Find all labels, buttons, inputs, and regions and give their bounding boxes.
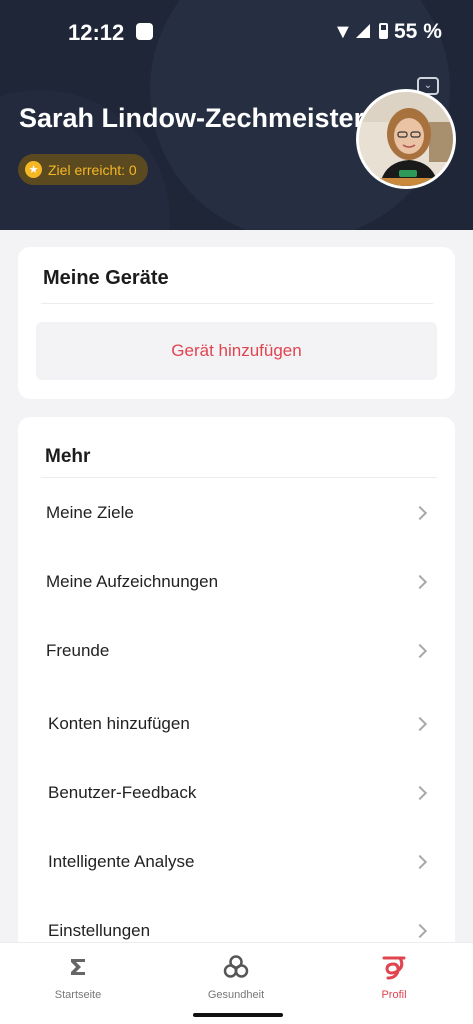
more-card-title: Mehr — [45, 446, 91, 467]
nav-label: Gesundheit — [207, 989, 265, 1001]
avatar[interactable] — [356, 89, 456, 189]
chevron-right-icon — [412, 643, 428, 658]
goal-badge[interactable]: ★ Ziel erreicht: 0 — [18, 154, 148, 185]
menu-item-label: Intelligente Analyse — [48, 851, 195, 871]
status-bar: 12:12 ▼ 55 % — [0, 0, 473, 64]
menu-item-my-records[interactable]: Meine Aufzeichnungen — [18, 547, 455, 616]
menu-item-my-goals[interactable]: Meine Ziele — [18, 478, 455, 547]
menu-item-add-accounts[interactable]: Konten hinzufügen — [18, 689, 455, 758]
wifi-icon: ▼ — [333, 21, 353, 43]
devices-card: Meine Geräte Gerät hinzufügen — [18, 247, 455, 399]
chevron-right-icon — [412, 505, 428, 520]
home-indicator[interactable] — [193, 1013, 283, 1017]
chevron-right-icon — [412, 785, 428, 800]
profile-name: Sarah Lindow-Zechmeister — [19, 103, 365, 133]
goal-badge-label: Ziel erreicht: 0 — [48, 161, 137, 178]
nav-item-health[interactable]: Gesundheit — [176, 951, 296, 1001]
battery-percentage: 55 % — [394, 20, 442, 43]
signal-icon — [356, 24, 370, 38]
menu-item-smart-analysis[interactable]: Intelligente Analyse — [18, 827, 455, 896]
notification-icon — [136, 23, 153, 40]
add-device-button[interactable]: Gerät hinzufügen — [36, 322, 437, 380]
profile-icon — [380, 951, 408, 983]
menu-item-label: Meine Ziele — [46, 502, 134, 522]
star-icon: ★ — [25, 161, 42, 178]
chevron-right-icon — [412, 854, 428, 869]
menu-item-feedback[interactable]: Benutzer-Feedback — [18, 758, 455, 827]
chevron-right-icon — [412, 716, 428, 731]
nav-label: Profil — [381, 989, 407, 1001]
menu-item-label: Konten hinzufügen — [48, 713, 190, 733]
nav-item-home[interactable]: Startseite — [18, 951, 138, 1001]
divider — [41, 303, 433, 304]
menu-item-label: Freunde — [46, 640, 110, 660]
nav-item-profile[interactable]: Profil — [334, 951, 454, 1001]
health-icon — [222, 951, 250, 983]
status-time: 12:12 — [68, 20, 125, 45]
chevron-right-icon — [412, 574, 428, 589]
devices-card-title: Meine Geräte — [43, 267, 169, 289]
more-card: Mehr Meine Ziele Meine Aufzeichnungen Fr… — [18, 417, 455, 1017]
menu-item-label: Meine Aufzeichnungen — [46, 571, 219, 591]
menu-item-label: Benutzer-Feedback — [48, 782, 197, 802]
battery-icon — [379, 23, 388, 39]
nav-label: Startseite — [54, 989, 102, 1001]
menu-item-friends[interactable]: Freunde — [18, 616, 455, 685]
menu-item-label: Einstellungen — [48, 920, 151, 940]
chevron-right-icon — [412, 923, 428, 938]
bottom-nav: Startseite Gesundheit Profil — [0, 942, 473, 1024]
sigma-icon — [67, 951, 89, 983]
